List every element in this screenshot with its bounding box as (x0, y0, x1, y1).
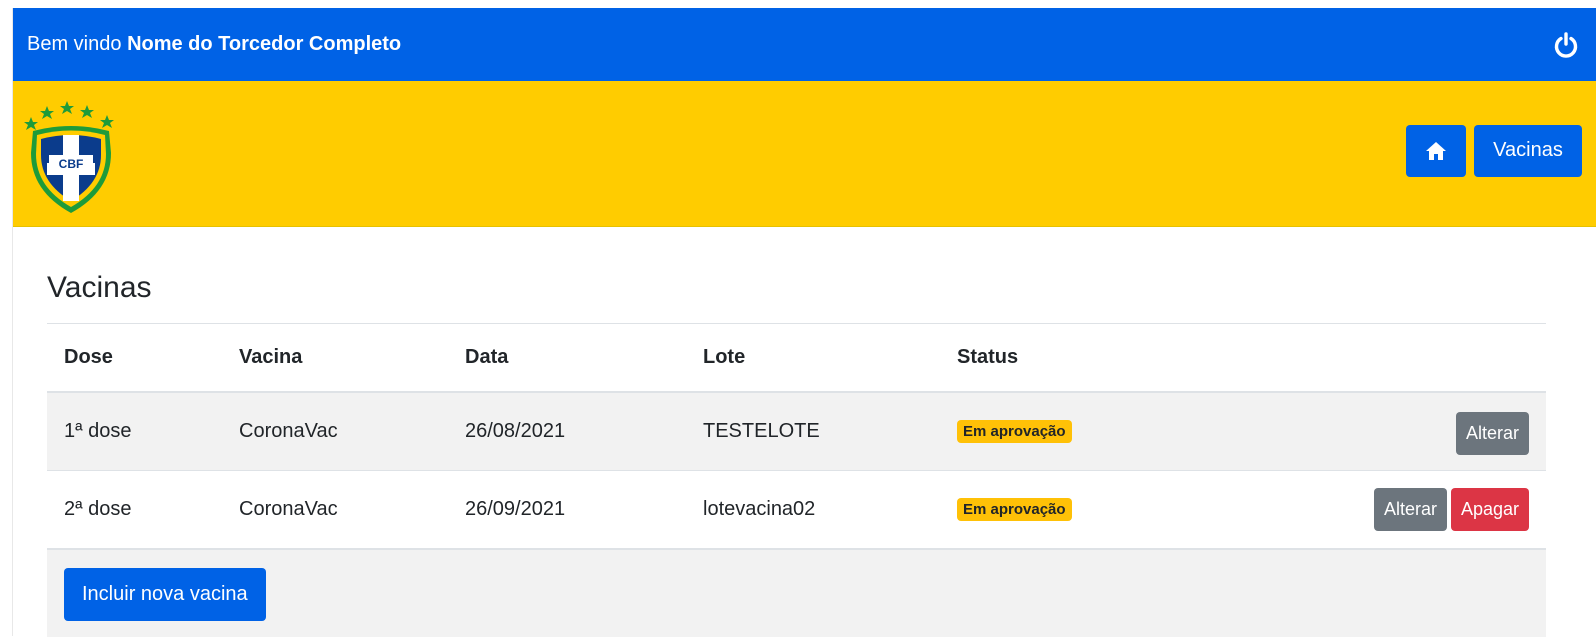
cell-vacina: CoronaVac (222, 392, 448, 471)
main-nav: Vacinas (1406, 124, 1582, 177)
power-icon (1554, 31, 1578, 58)
cell-data: 26/09/2021 (448, 470, 686, 549)
table-header-row: Dose Vacina Data Lote Status (47, 324, 1546, 393)
col-status: Status (940, 324, 1207, 393)
status-badge: Em aprovação (957, 498, 1072, 521)
app-frame: Bem vindo Nome do Torcedor Completo CBF … (12, 8, 1596, 637)
status-badge: Em aprovação (957, 420, 1072, 444)
user-name: Nome do Torcedor Completo (127, 33, 402, 55)
vacinas-nav-button[interactable]: Vacinas (1474, 124, 1582, 177)
col-actions (1206, 324, 1546, 393)
apagar-button[interactable]: Apagar (1450, 487, 1529, 531)
col-dose: Dose (47, 324, 222, 393)
cell-data: 26/08/2021 (448, 392, 686, 471)
cbf-logo: CBF (24, 100, 114, 213)
logo-text: CBF (59, 157, 84, 171)
home-button[interactable] (1406, 124, 1466, 177)
cell-actions: Alterar Apagar (1206, 470, 1546, 549)
alterar-button[interactable]: Alterar (1373, 487, 1447, 531)
table-footer: Incluir nova vacina (47, 548, 1546, 637)
cell-dose: 2ª dose (47, 470, 222, 549)
cell-status: Em aprovação (940, 470, 1207, 549)
cell-dose: 1ª dose (47, 392, 222, 471)
welcome-message: Bem vindo Nome do Torcedor Completo (27, 33, 401, 56)
add-vaccine-button[interactable]: Incluir nova vacina (64, 567, 266, 621)
home-icon (1426, 141, 1446, 160)
cell-vacina: CoronaVac (222, 470, 448, 549)
welcome-prefix: Bem vindo (27, 33, 122, 55)
cell-lote: TESTELOTE (686, 392, 940, 471)
col-data: Data (448, 324, 686, 393)
main-content: Vacinas Dose Vacina Data Lote Status 1ª … (13, 227, 1596, 637)
top-bar: Bem vindo Nome do Torcedor Completo (13, 8, 1596, 81)
page-title: Vacinas (47, 271, 152, 304)
table-row: 1ª dose CoronaVac 26/08/2021 TESTELOTE E… (47, 392, 1546, 471)
table-row: 2ª dose CoronaVac 26/09/2021 lotevacina0… (47, 470, 1546, 549)
cell-lote: lotevacina02 (686, 470, 940, 549)
col-vacina: Vacina (222, 324, 448, 393)
logout-button[interactable] (1550, 29, 1582, 61)
vaccines-table: Dose Vacina Data Lote Status 1ª dose Cor… (47, 324, 1546, 549)
cell-actions: Alterar (1206, 392, 1546, 471)
cell-status: Em aprovação (940, 392, 1207, 471)
alterar-button[interactable]: Alterar (1455, 411, 1529, 455)
brand-bar: CBF Vacinas (13, 81, 1596, 227)
col-lote: Lote (686, 324, 940, 393)
